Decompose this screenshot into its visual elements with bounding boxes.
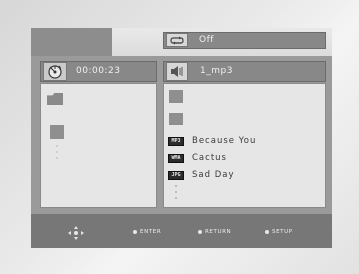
file-name: Cactus: [192, 153, 227, 163]
speaker-music-icon: [166, 62, 188, 81]
folder-icon[interactable]: [169, 113, 183, 125]
more-items-indicator: [174, 185, 178, 203]
enter-hint: ENTER: [133, 229, 161, 235]
jpg-file-icon: JPG: [168, 170, 184, 180]
more-items-indicator: [55, 145, 59, 163]
file-row[interactable]: MP3 Because You: [168, 135, 256, 147]
enter-label: ENTER: [140, 229, 162, 235]
setup-hint: SETUP: [265, 229, 293, 235]
wma-file-icon: WMA: [168, 153, 184, 163]
setup-button-icon: [265, 230, 269, 234]
mp3-file-icon: MP3: [168, 136, 184, 146]
repeat-icon: [166, 33, 188, 47]
track-title: 1_mp3: [200, 66, 233, 76]
menu-screen: Off 00:00:23 1_mp3 MP3 Because You WMA C…: [0, 0, 359, 274]
file-row[interactable]: WMA Cactus: [168, 152, 227, 164]
file-name: Because You: [192, 136, 257, 146]
return-button-icon: [198, 230, 202, 234]
directional-pad-icon: [66, 225, 86, 240]
elapsed-time: 00:00:23: [76, 66, 121, 76]
file-name: Sad Day: [192, 170, 235, 180]
return-hint: RETURN: [198, 229, 231, 235]
repeat-value: Off: [199, 35, 214, 45]
folder-icon[interactable]: [169, 90, 183, 103]
return-label: RETURN: [205, 229, 232, 235]
folder-icon[interactable]: [50, 125, 64, 139]
file-row[interactable]: JPG Sad Day: [168, 169, 235, 181]
header-left-block: [31, 28, 112, 56]
setup-label: SETUP: [272, 229, 293, 235]
disc-clock-icon: [43, 62, 67, 81]
enter-button-icon: [133, 230, 137, 234]
